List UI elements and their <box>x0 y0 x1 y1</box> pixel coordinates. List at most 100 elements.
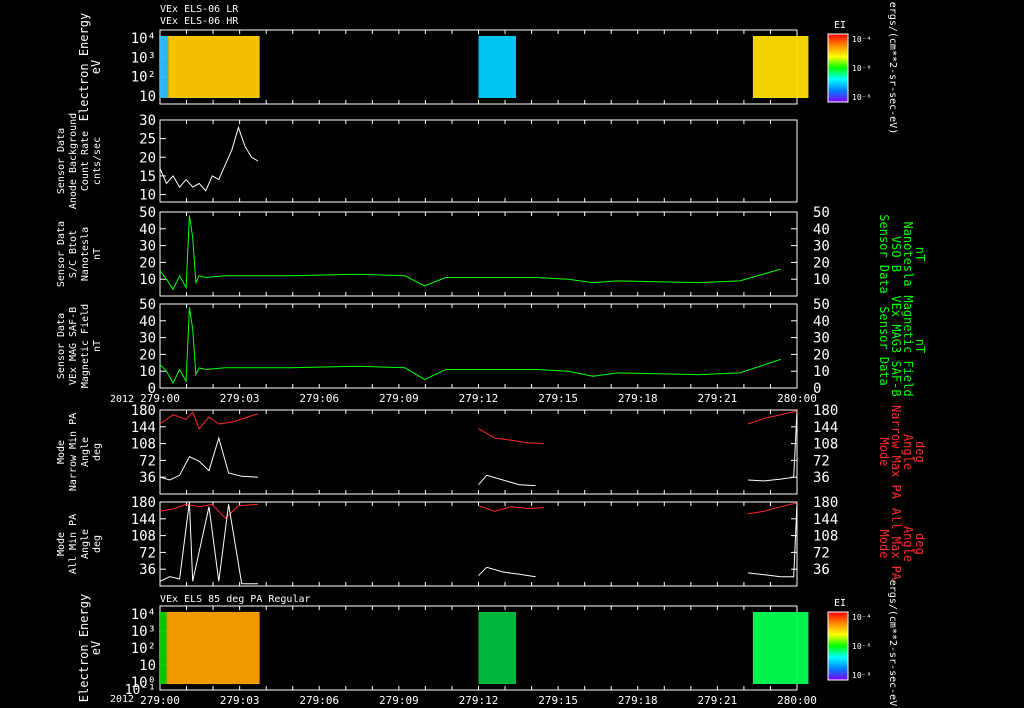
y-tick-label-right: 40 <box>813 314 830 330</box>
time-tick-label: 279:12 <box>459 694 499 707</box>
y-axis-label-line: Count Rate <box>80 131 91 191</box>
y-tick-label: 180 <box>131 495 156 511</box>
y-axis-label-line: Nanotesla <box>80 227 91 281</box>
y-tick-label-right: 30 <box>813 331 830 347</box>
heatmap-block <box>478 36 517 98</box>
heatmap-block <box>166 612 260 684</box>
colorbar-title: EI <box>834 598 846 609</box>
y-tick-label: 36 <box>139 562 156 578</box>
y-tick-label: 20 <box>139 347 156 363</box>
y-tick-label-right: 10 <box>813 364 830 380</box>
y-tick-label: 72 <box>139 545 156 561</box>
right-axis-label-line: VSO B <box>889 236 903 272</box>
colorbar-unit-label: ergs/(cm**2-sr-sec-eV) <box>887 580 898 708</box>
time-tick-label: 279:12 <box>459 392 499 405</box>
y-tick-label: 40 <box>139 314 156 330</box>
y-tick-label: 30 <box>139 331 156 347</box>
y-tick-label: 10 <box>139 364 156 380</box>
time-tick-label: 279:03 <box>220 694 260 707</box>
y-axis-label-line: nT <box>92 340 103 352</box>
y-axis-label-line: Angle <box>80 529 91 559</box>
y-tick-label: 10 <box>139 188 156 204</box>
colorbar-unit-text: ergs/(cm**2-sr-sec-eV) <box>887 2 898 134</box>
y-tick-label-right: 108 <box>813 529 838 545</box>
y-axis-label-line: deg <box>92 535 103 553</box>
y-tick-label-right: 180 <box>813 495 838 511</box>
time-tick-label: 279:06 <box>299 392 339 405</box>
colorbar-tick-label: 10⁻⁶ <box>852 642 871 651</box>
time-tick-label: 279:03 <box>220 392 260 405</box>
y-tick-label: 144 <box>131 420 156 436</box>
heatmap-block <box>752 36 809 98</box>
colorbar-unit-label: ergs/(cm**2-sr-sec-eV) <box>887 2 898 134</box>
y-tick-label-right: 20 <box>813 347 830 363</box>
y-tick-label: 10 <box>139 272 156 288</box>
time-tick-label: 279:09 <box>379 694 419 707</box>
right-axis-label-line: deg <box>913 533 927 555</box>
header-line-2: VEx ELS-06 HR <box>160 16 239 27</box>
y-tick-label: 10 <box>139 658 156 674</box>
y-tick-label: 108 <box>131 437 156 453</box>
right-axis-label-line: Angle <box>901 434 915 470</box>
y-tick-label-right: 36 <box>813 470 830 486</box>
right-axis-label-line: Sensor Data <box>877 214 891 293</box>
colorbar-tick-label: 10⁻⁶ <box>852 64 871 73</box>
plot-page: VEx ELS-06 LR VEx ELS-06 HR VEx ELS 85 d… <box>0 0 1024 708</box>
time-tick-label: 279:06 <box>299 694 339 707</box>
colorbar-tick-label: 10⁻⁴ <box>852 613 871 622</box>
y-tick-label: 40 <box>139 222 156 238</box>
heatmap-block <box>160 612 167 684</box>
y-tick-label-right: 10 <box>813 272 830 288</box>
y-tick-label-right: 50 <box>813 297 830 313</box>
y-axis-label-line: Sensor Data <box>56 313 67 379</box>
y-tick-label-right: 20 <box>813 255 830 271</box>
y-tick-label: 72 <box>139 453 156 469</box>
y-tick-label-right: 144 <box>813 420 838 436</box>
time-tick-label: 280:00 <box>777 694 817 707</box>
heatmap-block <box>160 36 169 98</box>
y-axis-label-line: eV <box>89 641 103 655</box>
colorbar-tick-label: 10⁻⁸ <box>852 671 871 680</box>
y-tick-label: 30 <box>139 113 156 129</box>
y-tick-label-right: 36 <box>813 562 830 578</box>
heatmap-block <box>752 612 809 684</box>
y-axis-label-line: Mode <box>56 532 67 556</box>
right-axis-label-line: nT <box>913 339 927 353</box>
heatmap-block <box>478 612 517 684</box>
colorbar-title: EI <box>834 20 846 31</box>
y-axis-label-line: All Min PA <box>68 514 79 574</box>
y-tick-label: 144 <box>131 512 156 528</box>
y-axis-label-line: Anode Background <box>68 113 79 209</box>
right-axis-label-line: Nanotesla <box>901 221 915 286</box>
time-tick-label: 280:00 <box>777 392 817 405</box>
y-axis-label-line: Mode <box>56 440 67 464</box>
y-axis-label-line: S/C Btot <box>68 230 79 278</box>
y-axis-label-line: Magnetic Field <box>80 304 91 388</box>
y-tick-label: 10³ <box>131 624 156 640</box>
y-tick-label: 30 <box>139 239 156 255</box>
time-tick-label: 279:21 <box>698 694 738 707</box>
right-axis-label-line: Angle <box>901 526 915 562</box>
y-tick-label-right: 50 <box>813 205 830 221</box>
y-tick-label: 10 <box>139 89 156 105</box>
y-tick-label-right: 144 <box>813 512 838 528</box>
y-axis-label-line: Angle <box>80 437 91 467</box>
y-tick-label: 10³ <box>131 50 156 66</box>
y-tick-label: 10² <box>131 70 156 86</box>
y-tick-label: 15 <box>139 169 156 185</box>
y-tick-label-right: 40 <box>813 222 830 238</box>
colorbar-tick-label: 10⁻⁴ <box>852 35 871 44</box>
y-axis-label-line: cnts/sec <box>92 137 103 185</box>
y-tick-label: 10⁴ <box>131 31 156 47</box>
colorbar-rect <box>827 33 849 103</box>
header-line-1: VEx ELS-06 LR <box>160 4 239 15</box>
y-tick-label-right: 108 <box>813 437 838 453</box>
y-axis-label-line: Sensor Data <box>56 128 67 194</box>
heatmap-block <box>168 36 260 98</box>
y-tick-label: 20 <box>139 255 156 271</box>
bottom-panel-title: VEx ELS 85 deg PA Regular <box>160 594 311 605</box>
y-axis-label-line: nT <box>92 248 103 260</box>
y-tick-label-right: 72 <box>813 545 830 561</box>
y-tick-label-right: 180 <box>813 403 838 419</box>
y-tick-label: 50 <box>139 297 156 313</box>
